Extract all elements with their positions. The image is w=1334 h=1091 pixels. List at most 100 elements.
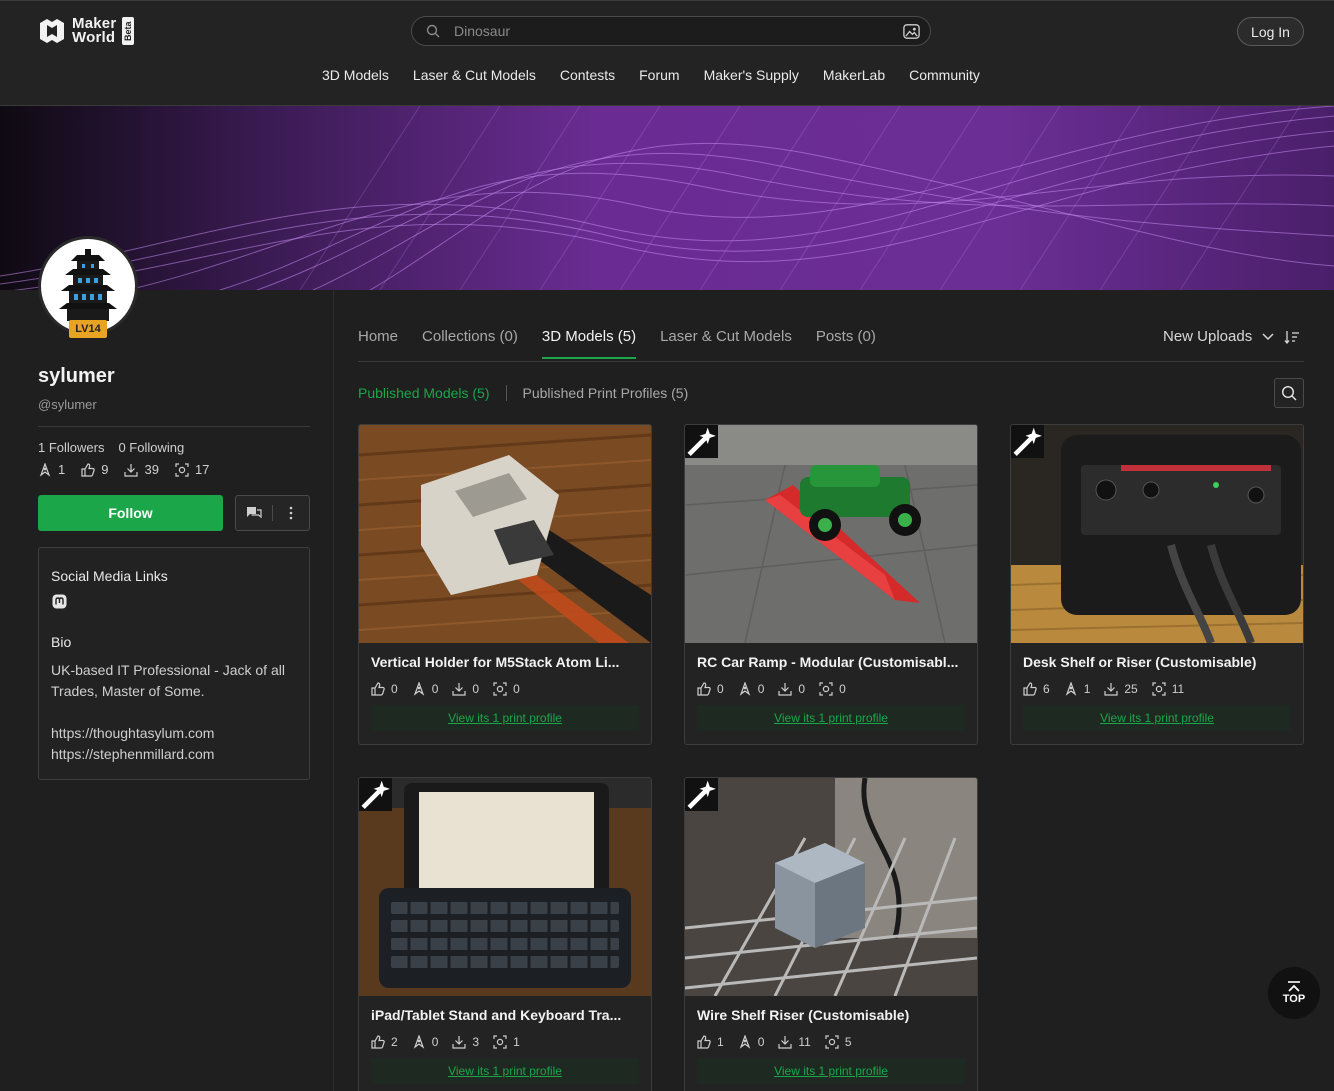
model-title[interactable]: RC Car Ramp - Modular (Customisabl...	[697, 654, 967, 670]
wand-icon	[1013, 427, 1042, 456]
tab-collections[interactable]: Collections (0)	[422, 328, 518, 359]
subtab-published-print-profiles[interactable]: Published Print Profiles (5)	[523, 385, 689, 401]
model-title[interactable]: Vertical Holder for M5Stack Atom Li...	[371, 654, 641, 670]
follow-button[interactable]: Follow	[38, 495, 223, 531]
tool-badge	[359, 778, 392, 811]
subtab-published-models[interactable]: Published Models (5)	[358, 385, 490, 401]
model-stats: 0 0 0 0	[371, 682, 520, 696]
download-count: 39	[144, 462, 159, 477]
banner-wave-pattern	[0, 106, 1334, 290]
print-count: 1	[513, 1035, 520, 1049]
followers-count[interactable]: 1 Followers	[38, 440, 104, 455]
wand-icon	[361, 780, 390, 809]
nav-3d-models[interactable]: 3D Models	[322, 67, 389, 83]
profile-info-box: Social Media Links Bio UK-based IT Profe…	[38, 547, 310, 780]
following-count[interactable]: 0 Following	[118, 440, 184, 455]
boost-count: 0	[431, 682, 439, 696]
like-icon	[371, 682, 385, 696]
nav-community[interactable]: Community	[909, 67, 980, 83]
model-card[interactable]: Desk Shelf or Riser (Customisable) 6 1 2…	[1010, 424, 1304, 745]
model-thumbnail[interactable]	[359, 425, 651, 643]
like-count: 9	[101, 462, 109, 477]
print-icon	[493, 1035, 507, 1049]
tabs-divider	[358, 361, 1304, 362]
print-icon	[175, 462, 189, 477]
print-profile-link[interactable]: View its 1 print profile	[371, 1058, 639, 1084]
print-count: 0	[839, 682, 846, 696]
search-icon	[426, 24, 440, 38]
print-count: 0	[513, 682, 520, 696]
tab-home[interactable]: Home	[358, 328, 398, 359]
model-title[interactable]: iPad/Tablet Stand and Keyboard Tra...	[371, 1007, 641, 1023]
tab-3d-models[interactable]: 3D Models (5)	[541, 328, 637, 359]
image-search-icon[interactable]	[902, 22, 921, 41]
boost-icon	[413, 1035, 424, 1049]
top-bar: Maker World Beta Log In 3D Models Laser …	[0, 0, 1334, 106]
like-icon	[697, 1035, 711, 1049]
search-input[interactable]	[454, 23, 874, 39]
tab-posts[interactable]: Posts (0)	[816, 328, 876, 359]
print-icon	[493, 682, 507, 696]
like-count: 0	[717, 682, 724, 696]
more-vertical-icon	[289, 506, 293, 520]
tool-badge	[685, 425, 718, 458]
like-icon	[81, 462, 95, 477]
like-count: 2	[391, 1035, 398, 1049]
model-title[interactable]: Wire Shelf Riser (Customisable)	[697, 1007, 967, 1023]
mastodon-icon[interactable]	[52, 594, 67, 609]
print-count: 5	[844, 1035, 852, 1049]
model-thumbnail[interactable]	[685, 778, 977, 996]
model-card[interactable]: Vertical Holder for M5Stack Atom Li... 0…	[358, 424, 652, 745]
boost-count: 0	[431, 1035, 439, 1049]
model-thumbnail[interactable]	[359, 778, 651, 996]
model-card[interactable]: Wire Shelf Riser (Customisable) 1 0 11 5…	[684, 777, 978, 1091]
chevron-down-icon[interactable]	[1262, 332, 1274, 341]
nav-forum[interactable]: Forum	[639, 67, 679, 83]
model-thumbnail-image	[359, 778, 651, 996]
model-thumbnail-image	[1011, 425, 1303, 643]
main-nav: 3D Models Laser & Cut Models Contests Fo…	[322, 67, 980, 83]
back-to-top-button[interactable]: TOP	[1268, 967, 1320, 1019]
model-card[interactable]: RC Car Ramp - Modular (Customisabl... 0 …	[684, 424, 978, 745]
like-stat: 9	[81, 462, 108, 477]
bio-link-2[interactable]: https://stephenmillard.com	[51, 744, 214, 765]
like-icon	[697, 682, 711, 696]
profile-banner	[0, 106, 1334, 290]
wand-icon	[687, 780, 716, 809]
download-icon	[778, 1036, 792, 1049]
nav-laser-cut-models[interactable]: Laser & Cut Models	[413, 67, 536, 83]
login-button[interactable]: Log In	[1237, 17, 1304, 46]
print-profile-link[interactable]: View its 1 print profile	[371, 705, 639, 731]
model-card[interactable]: iPad/Tablet Stand and Keyboard Tra... 2 …	[358, 777, 652, 1091]
model-title[interactable]: Desk Shelf or Riser (Customisable)	[1023, 654, 1293, 670]
nav-contests[interactable]: Contests	[560, 67, 615, 83]
download-icon	[778, 683, 792, 696]
chat-icon	[247, 507, 262, 519]
download-count: 0	[472, 682, 480, 696]
sort-order-icon[interactable]	[1284, 330, 1300, 344]
model-thumbnail[interactable]	[1011, 425, 1303, 643]
model-thumbnail[interactable]	[685, 425, 977, 643]
boost-count: 0	[757, 682, 765, 696]
model-thumbnail-image	[685, 425, 977, 643]
print-profile-link[interactable]: View its 1 print profile	[697, 705, 965, 731]
more-button[interactable]	[273, 496, 309, 530]
print-profile-link[interactable]: View its 1 print profile	[697, 1058, 965, 1084]
boost-icon	[1065, 682, 1076, 696]
follow-counts: 1 Followers 0 Following	[38, 440, 184, 455]
model-search-button[interactable]	[1274, 378, 1304, 408]
profile-actions	[235, 495, 310, 531]
message-button[interactable]	[236, 496, 272, 530]
nav-makerlab[interactable]: MakerLab	[823, 67, 885, 83]
nav-makers-supply[interactable]: Maker's Supply	[704, 67, 799, 83]
like-count: 6	[1043, 682, 1050, 696]
print-profile-link[interactable]: View its 1 print profile	[1023, 705, 1291, 731]
makerworld-logo[interactable]: Maker World Beta	[38, 16, 135, 46]
tab-laser-cut-models[interactable]: Laser & Cut Models	[660, 328, 792, 359]
sort-dropdown[interactable]: New Uploads	[1163, 328, 1252, 345]
tool-badge	[685, 778, 718, 811]
boost-stat: 1	[38, 462, 65, 477]
download-count: 0	[798, 682, 806, 696]
bio-link-1[interactable]: https://thoughtasylum.com	[51, 723, 214, 744]
boost-count: 1	[1083, 682, 1091, 696]
